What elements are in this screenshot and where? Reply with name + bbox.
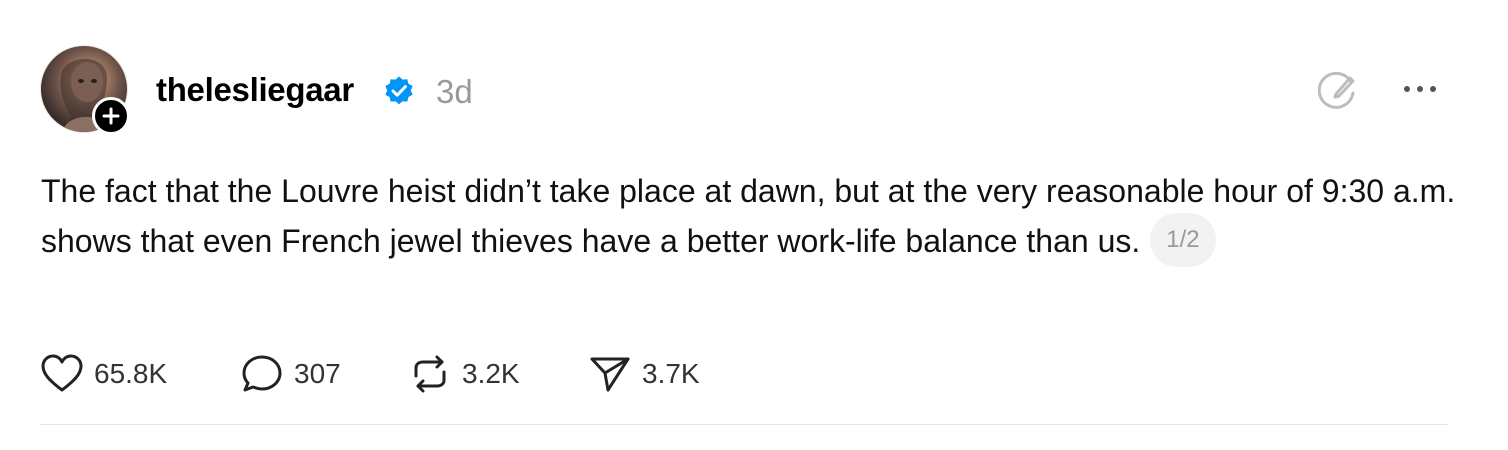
post-timestamp: 3d	[436, 73, 473, 110]
comment-icon	[242, 355, 282, 392]
plus-icon	[102, 107, 120, 125]
reply-count: 307	[294, 358, 341, 389]
repost-icon	[414, 355, 446, 393]
avatar[interactable]	[40, 45, 130, 135]
username[interactable]: thelesliegaar	[156, 70, 354, 110]
compose-icon[interactable]	[1318, 68, 1360, 110]
reply-button[interactable]: 307	[240, 350, 341, 398]
heart-icon	[41, 354, 83, 392]
more-icon[interactable]	[1402, 82, 1438, 96]
verified-badge-icon	[385, 76, 413, 105]
repost-button[interactable]: 3.2K	[408, 350, 520, 398]
thread-post: thelesliegaar 3d The fact that the Louvr…	[0, 0, 1508, 450]
share-count: 3.7K	[642, 358, 700, 389]
share-button[interactable]: 3.7K	[588, 350, 700, 398]
post-body: The fact that the Louvre heist didn’t ta…	[41, 166, 1481, 271]
page-indicator: 1/2	[1150, 212, 1216, 267]
like-count: 65.8K	[94, 358, 168, 389]
send-icon	[590, 357, 630, 392]
follow-button[interactable]	[92, 97, 130, 135]
like-button[interactable]: 65.8K	[40, 350, 167, 398]
repost-count: 3.2K	[462, 358, 520, 389]
post-text: The fact that the Louvre heist didn’t ta…	[41, 173, 1456, 259]
divider	[40, 424, 1448, 425]
